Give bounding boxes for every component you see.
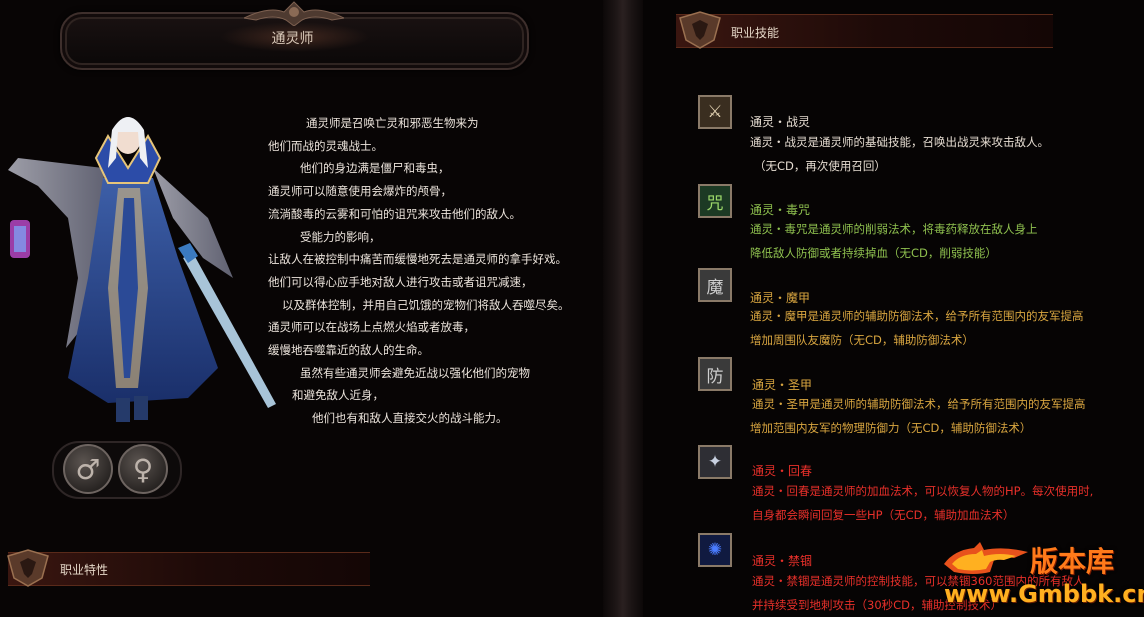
lore-line: 和避免敌人近身， [292,388,384,403]
female-button[interactable]: ♀ [118,444,168,494]
skill-description: 通灵・魔甲是通灵师的辅助防御法术，给予所有范围内的友军提高 增加周围队友魔防（无… [750,304,1084,352]
war-spirit-icon[interactable]: ⚔ [698,95,732,129]
traits-section-label: 职业特性 [60,563,109,577]
skill-desc-line: 增加范围内友军的物理防御力（无CD，辅助防御法术） [750,421,1032,435]
lore-line: 他们而战的灵魂战士。 [268,138,383,153]
female-icon: ♀ [132,452,154,486]
skill-description: 通灵・回春是通灵师的加血法术，可以恢复人物的HP。每次使用时, 自身都会瞬间回复… [752,479,1093,527]
skill-name: 通灵・战灵 [750,115,811,129]
watermark-brand: 版本库 [1030,545,1115,578]
skill-name: 通灵・禁锢 [752,554,813,568]
skill-name: 通灵・回春 [752,464,813,478]
necromancer-character-image [8,117,276,422]
skill-desc-line: （无CD，再次使用召回） [754,159,886,173]
site-watermark: 版本库 www.Gmbbk.cn [938,540,1144,617]
lore-line: 缓慢地吞噬靠近的敌人的生命。 [268,343,429,358]
lore-line: 他们的身边满是僵尸和毒虫， [300,161,450,176]
skill-desc-line: 自身都会瞬间回复一些HP（无CD，辅助加血法术） [752,508,1015,522]
lore-line: 虽然有些通灵师会避免近战以强化他们的宠物 [300,365,530,380]
emblem-icon [7,549,49,587]
lore-line: 他们也有和敌人直接交火的战斗能力。 [312,411,508,426]
gm-logo-icon [944,542,1028,574]
skill-desc-line: 通灵・毒咒是通灵师的削弱法术，将毒药释放在敌人身上 [750,222,1038,236]
skill-name: 通灵・毒咒 [750,203,811,217]
lore-line: 让敌人在被控制中痛苦而缓慢地死去是通灵师的拿手好戏。 [268,252,567,267]
male-icon: ♂ [75,452,101,486]
skill-desc-line: 通灵・战灵是通灵师的基础技能，召唤出战灵来攻击敌人。 [750,135,1049,149]
lore-line: 以及群体控制，并用自己饥饿的宠物们将敌人吞噬尽矣。 [282,297,570,312]
watermark-url: www.Gmbbk.cn [944,580,1144,608]
skill-description: 通灵・战灵是通灵师的基础技能，召唤出战灵来攻击敌人。 （无CD，再次使用召回） [750,130,1049,178]
lore-line: 他们可以得心应手地对敌人进行攻击或者诅咒减速， [268,274,533,289]
skill-desc-line: 通灵・回春是通灵师的加血法术，可以恢复人物的HP。每次使用时, [752,484,1094,498]
skill-description: 通灵・圣甲是通灵师的辅助防御法术，给予所有范围内的友军提高 增加范围内友军的物理… [750,392,1086,440]
poison-curse-icon[interactable]: 咒 [698,184,732,218]
holy-armor-icon[interactable]: 防 [698,357,732,391]
page-title: 通灵师 [271,31,314,47]
skill-name: 通灵・圣甲 [752,378,813,392]
skill-desc-line: 增加周围队友魔防（无CD，辅助防御法术） [750,333,974,347]
skill-description: 通灵・毒咒是通灵师的削弱法术，将毒药释放在敌人身上 降低敌人防御或者持续掉血（无… [750,217,1038,265]
lore-line: 流淌酸毒的云雾和可怕的诅咒来攻击他们的敌人。 [268,206,521,221]
title-ornament-icon [244,1,344,26]
skill-desc-line: 通灵・魔甲是通灵师的辅助防御法术，给予所有范围内的友军提高 [750,309,1084,323]
rejuvenate-icon[interactable]: ✦ [698,445,732,479]
panel-divider [603,0,643,617]
skill-desc-line: 降低敌人防御或者持续掉血（无CD，削弱技能） [750,246,997,260]
lore-line: 受能力的影响， [300,229,381,244]
lore-line: 通灵师是召唤亡灵和邪恶生物来为 [306,116,479,130]
skills-section-label: 职业技能 [731,26,780,40]
skill-desc-line: 通灵・圣甲是通灵师的辅助防御法术，给予所有范围内的友军提高 [752,397,1086,411]
magic-armor-icon[interactable]: 魔 [698,268,732,302]
male-button[interactable]: ♂ [63,444,113,494]
imprison-icon[interactable]: ✺ [698,533,732,567]
lore-line: 通灵师可以随意使用会爆炸的颅骨， [268,184,452,199]
emblem-icon [679,11,721,49]
lore-line: 通灵师可以在战场上点燃火焰或者放毒， [268,320,475,335]
class-description: 通灵师是召唤亡灵和邪恶生物来为 他们而战的灵魂战士。 他们的身边满是僵尸和毒虫，… [262,112,607,430]
